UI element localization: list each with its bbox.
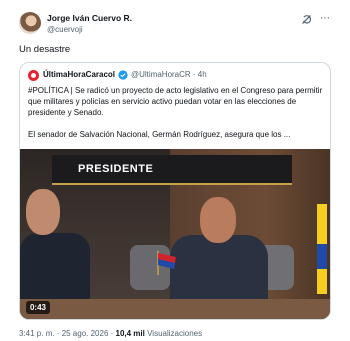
video-duration: 0:43 (26, 301, 50, 314)
quoted-author-name: ÚltimaHoraCaracol (43, 70, 116, 79)
verified-badge-icon (118, 70, 128, 80)
tweet-time[interactable]: 3:41 p. m. (19, 329, 55, 338)
more-icon[interactable]: ⋯ (317, 12, 333, 26)
tweet-meta: 3:41 p. m. · 25 ago. 2026 · 10,4 mil Vis… (19, 329, 202, 338)
quoted-tweet[interactable]: ÚltimaHoraCaracol @UltimaHoraCR · 4h #PO… (19, 62, 331, 320)
desk (20, 299, 330, 319)
tweet-text: Un desastre (19, 44, 71, 55)
person-right-head (200, 197, 236, 243)
tweet-date[interactable]: 25 ago. 2026 (62, 329, 109, 338)
quoted-paragraph-1: #POLÍTICA | Se radicó un proyecto de act… (28, 86, 323, 117)
quoted-text: #POLÍTICA | Se radicó un proyecto de act… (28, 85, 324, 140)
quoted-paragraph-2: El senador de Salvación Nacional, Germán… (28, 130, 291, 139)
avatar[interactable] (19, 12, 41, 34)
grok-icon[interactable] (301, 14, 312, 25)
flag-decoration-blue (317, 244, 327, 269)
quoted-handle-time: @UltimaHoraCR · 4h (131, 70, 207, 79)
video-sign-text: PRESIDENTE (78, 163, 154, 175)
views-label: Visualizaciones (144, 329, 203, 338)
desk-flag-icon (157, 251, 176, 275)
meta-separator: · (108, 329, 116, 338)
video-player[interactable]: PRESIDENTE 0:43 (20, 149, 330, 319)
person-left-head (26, 189, 60, 235)
caracol-logo-icon (28, 70, 39, 81)
author-handle[interactable]: @cuervoji (47, 25, 83, 34)
views-count: 10,4 mil (115, 329, 145, 338)
tweet-header: Jorge Iván Cuervo R. @cuervoji ⋯ (0, 0, 350, 40)
author-name[interactable]: Jorge Iván Cuervo R. (47, 13, 132, 23)
meta-separator: · (54, 329, 62, 338)
